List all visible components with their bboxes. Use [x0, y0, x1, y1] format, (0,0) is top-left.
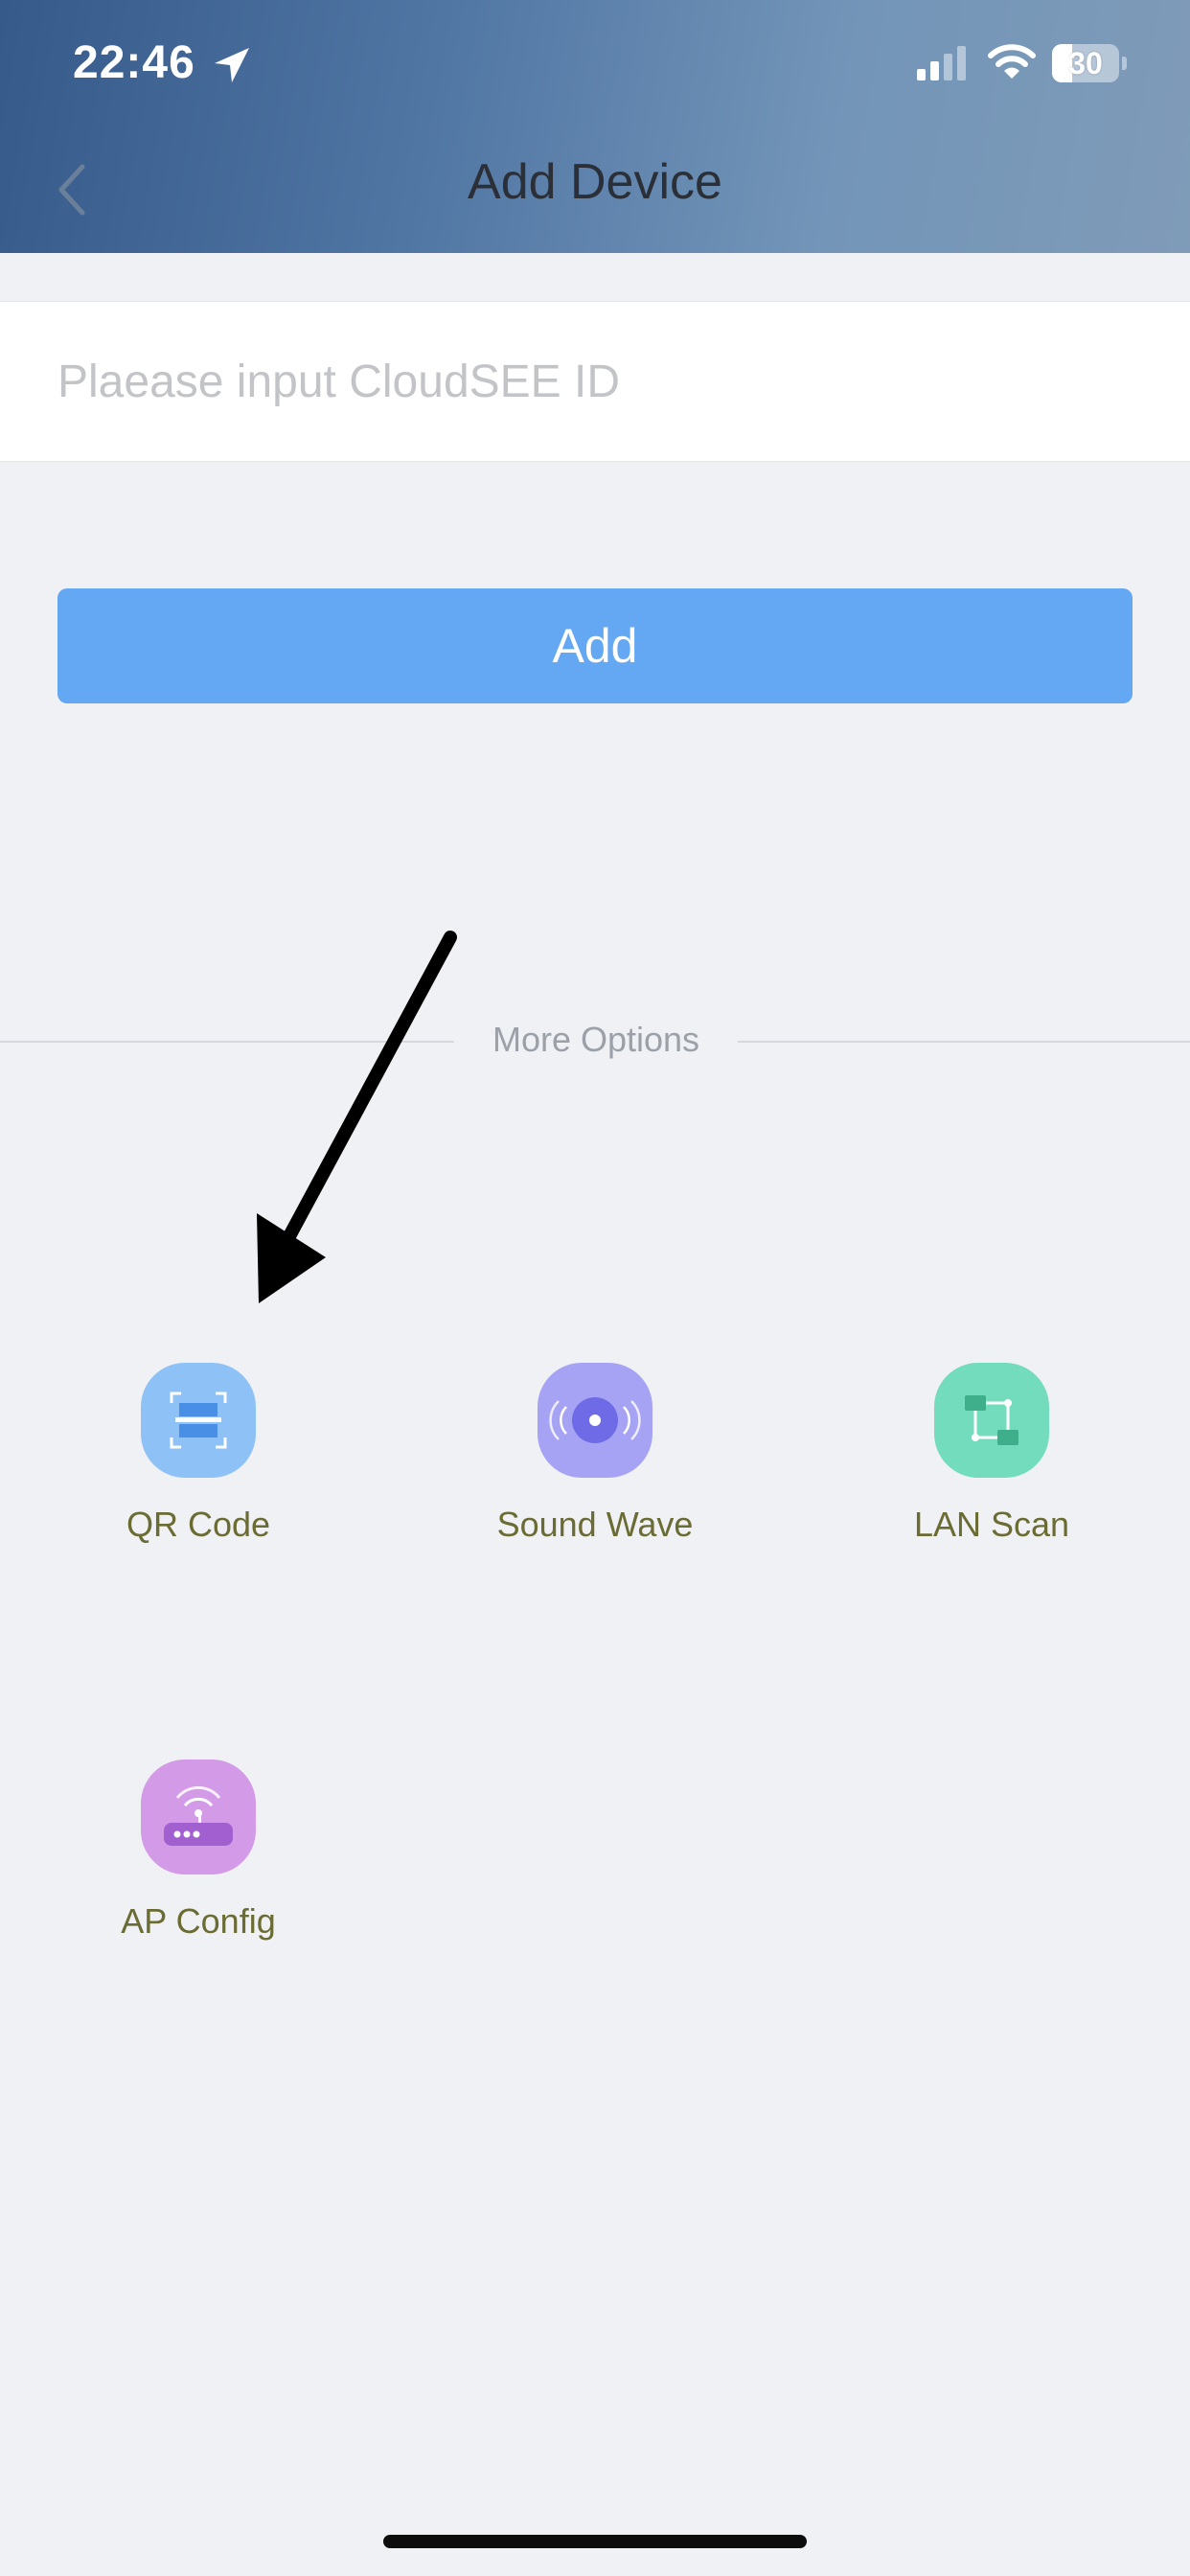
qr-scan-icon: [141, 1363, 256, 1478]
option-label: QR Code: [126, 1505, 271, 1544]
cellular-signal-icon: [917, 46, 966, 80]
battery-icon: 30: [1052, 44, 1127, 82]
more-options-label: More Options: [492, 1020, 700, 1059]
add-button[interactable]: Add: [57, 588, 1133, 703]
divider-left: [0, 1041, 454, 1043]
page-title: Add Device: [468, 154, 722, 210]
option-lan-scan[interactable]: LAN Scan: [848, 1363, 1135, 1593]
wifi-icon: [988, 44, 1036, 79]
location-arrow-icon: [215, 48, 249, 82]
sound-wave-icon: [538, 1363, 652, 1478]
battery-cap: [1122, 57, 1127, 70]
battery-level: 30: [1068, 46, 1103, 80]
option-sound-wave[interactable]: Sound Wave: [451, 1363, 739, 1593]
option-label: LAN Scan: [913, 1505, 1070, 1544]
option-qr-code[interactable]: QR Code: [55, 1363, 342, 1593]
option-ap-config[interactable]: AP Config: [55, 1760, 342, 1990]
cloudsee-id-field[interactable]: [0, 301, 1190, 462]
router-icon: [141, 1760, 256, 1874]
app-header: 22:46 30 Add Device: [0, 0, 1190, 253]
divider-right: [738, 1041, 1190, 1043]
option-label: Sound Wave: [496, 1505, 694, 1544]
status-time: 22:46: [73, 37, 195, 88]
lan-scan-icon: [934, 1363, 1049, 1478]
cloudsee-id-input[interactable]: [57, 302, 1131, 461]
arrow-annotation-icon: [257, 931, 457, 1303]
option-label: AP Config: [121, 1901, 276, 1941]
home-indicator[interactable]: [383, 2535, 807, 2548]
